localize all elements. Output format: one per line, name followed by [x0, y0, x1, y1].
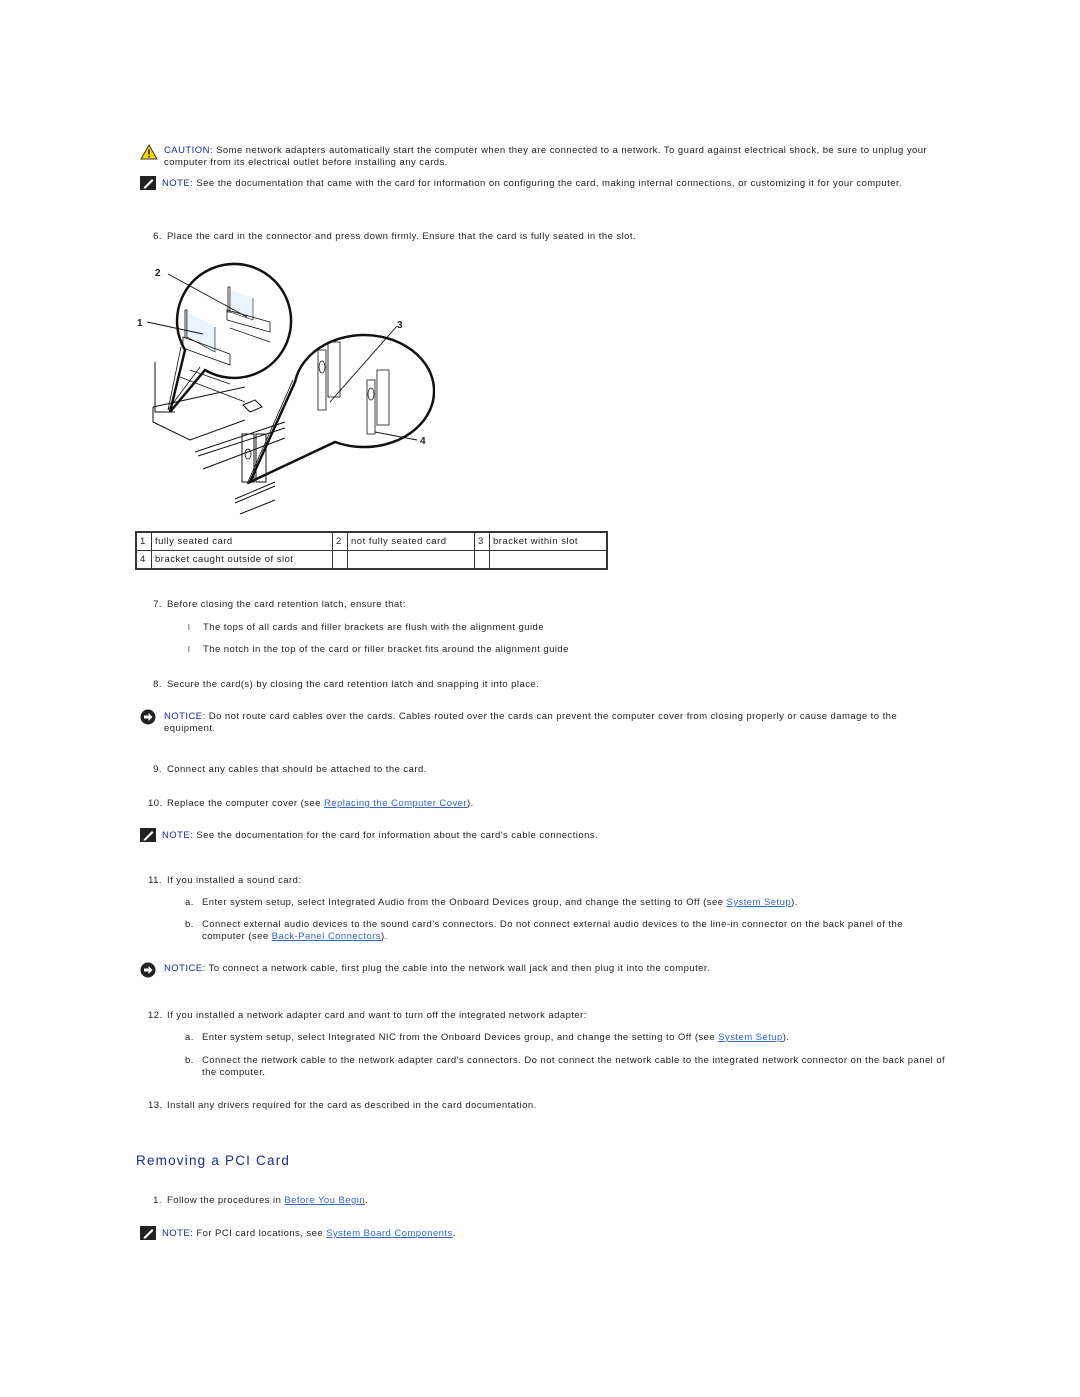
notice-text: NOTICE: Do not route card cables over th… — [164, 711, 898, 734]
note-label: NOTE: — [162, 830, 194, 841]
card-seating-illustration: 2 1 3 4 — [137, 262, 436, 515]
caution-label: CAUTION: — [164, 145, 213, 156]
caution-text: CAUTION: Some network adapters automatic… — [164, 145, 928, 168]
back-panel-connectors-link[interactable]: Back-Panel Connectors — [272, 931, 381, 942]
callout-2: 2 — [155, 268, 161, 279]
callout-4: 4 — [420, 436, 426, 447]
note-text: NOTE: See the documentation that came wi… — [162, 178, 903, 189]
callout-1: 1 — [137, 318, 143, 329]
note-pencil-icon — [140, 828, 156, 844]
table-row: 4 bracket caught outside of slot — [135, 550, 608, 570]
card-seating-figure: 2 1 3 4 — [135, 262, 436, 517]
table-row: 1 fully seated card 2 not fully seated c… — [135, 531, 608, 551]
system-setup-link[interactable]: System Setup — [718, 1032, 783, 1043]
notice-icon — [140, 709, 156, 725]
system-board-components-link[interactable]: System Board Components — [326, 1228, 453, 1239]
bullet-icon: l — [188, 645, 191, 654]
bullet-icon: l — [188, 623, 191, 632]
callout-3: 3 — [397, 320, 403, 331]
replacing-computer-cover-link[interactable]: Replacing the Computer Cover — [324, 798, 467, 809]
before-you-begin-link[interactable]: Before You Begin — [284, 1195, 365, 1206]
section-heading: Removing a PCI Card — [136, 1153, 291, 1168]
figure-legend-table: 1 fully seated card 2 not fully seated c… — [135, 531, 608, 570]
note-label: NOTE: — [162, 178, 194, 189]
note-label: NOTE: — [162, 1228, 194, 1239]
notice-icon — [140, 962, 156, 978]
notice-label: NOTICE: — [164, 963, 206, 974]
notice-label: NOTICE: — [164, 711, 206, 722]
system-setup-link[interactable]: System Setup — [727, 897, 792, 908]
caution-icon — [140, 143, 158, 160]
note-pencil-icon — [140, 1226, 156, 1242]
note-pencil-icon — [140, 176, 156, 192]
note-text: NOTE: See the documentation for the card… — [162, 830, 599, 841]
notice-text: NOTICE: To connect a network cable, firs… — [164, 963, 711, 974]
note-text: NOTE: For PCI card locations, see System… — [162, 1228, 456, 1239]
